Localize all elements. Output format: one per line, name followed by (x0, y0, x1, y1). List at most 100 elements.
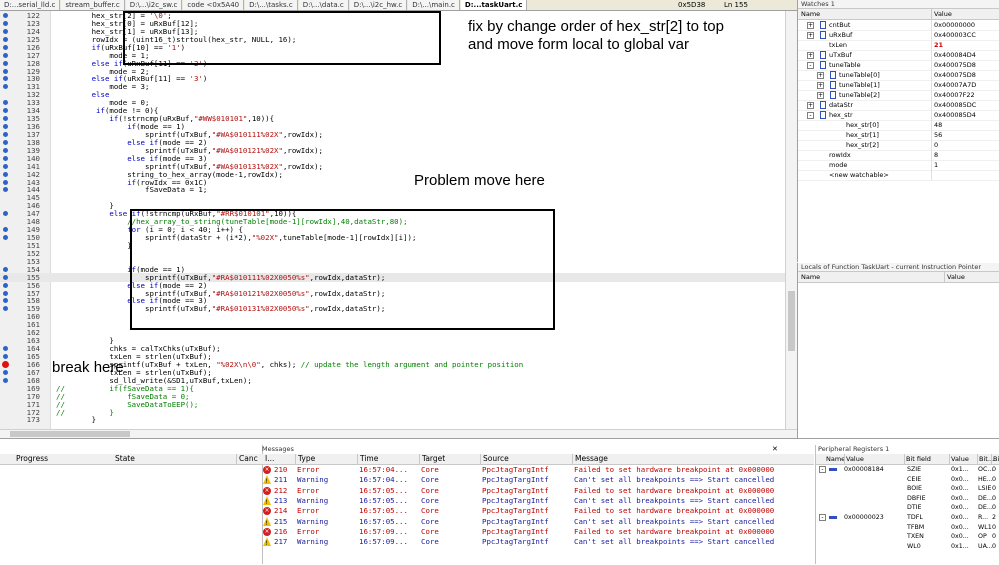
expand-icon[interactable]: + (817, 92, 824, 99)
tab-8[interactable]: D:...taskUart.c (460, 0, 528, 10)
expand-icon[interactable]: + (807, 22, 814, 29)
breakpoint-dot-icon[interactable] (3, 290, 8, 296)
breakpoint-dot-icon[interactable] (3, 282, 8, 288)
watch-row[interactable]: <new watchable> (798, 170, 999, 181)
breakpoint-icon[interactable] (2, 360, 9, 368)
message-row[interactable]: × 216 Error 16:57:09... Core PpcJtagTargIntf F… (262, 527, 814, 537)
expand-icon[interactable]: + (817, 72, 824, 79)
peripheral-col[interactable]: Bit field (904, 454, 931, 464)
expand-icon[interactable]: + (817, 82, 824, 89)
line-number: 173 (26, 415, 40, 425)
message-type: Warning (297, 537, 329, 547)
breakpoint-dot-icon[interactable] (3, 52, 8, 58)
breakpoint-dot-icon[interactable] (3, 13, 8, 18)
peripheral-row[interactable]: -0x00008184 SZIE 0x1... OC... 0 (816, 465, 999, 475)
tab-4[interactable]: D:\...\tasks.c (245, 0, 298, 10)
tab-7[interactable]: D:\...\main.c (408, 0, 460, 10)
breakpoint-dot-icon[interactable] (3, 124, 8, 130)
tab-6[interactable]: D:\...\i2c_hw.c (349, 0, 408, 10)
peripheral-row[interactable]: CEIE 0x0... HE... 0 (816, 475, 999, 485)
breakpoint-dot-icon[interactable] (3, 227, 8, 233)
breakpoint-dot-icon[interactable] (3, 211, 8, 217)
expand-icon[interactable]: + (807, 102, 814, 109)
message-row[interactable]: ! 213 Warning 16:57:05... Core PpcJtagTargInt… (262, 495, 814, 506)
expand-icon[interactable]: + (807, 32, 814, 39)
message-row[interactable]: × 212 Error 16:57:05... Core PpcJtagTargIntf F… (262, 486, 814, 496)
peripheral-row[interactable]: - 0x00000023 TDFL 0x0... R... 2 (816, 513, 999, 523)
messages-col[interactable]: I... (265, 454, 274, 464)
col-value[interactable]: Value (931, 9, 952, 19)
breakpoint-dot-icon[interactable] (3, 266, 8, 272)
expand-icon[interactable]: + (807, 52, 814, 59)
peripheral-row[interactable]: TFBM 0x0... WL1 0 (816, 523, 999, 533)
col-name[interactable]: Name (801, 272, 820, 282)
messages-col[interactable]: Type (295, 454, 315, 464)
breakpoint-dot-icon[interactable] (3, 377, 8, 383)
message-row[interactable]: × 210 Error 16:57:04... Core PpcJtagTargIntf F… (262, 465, 814, 475)
peripheral-col[interactable]: Value (949, 454, 969, 464)
breakpoint-dot-icon[interactable] (3, 179, 8, 185)
close-icon[interactable]: ✕ (772, 445, 778, 454)
breakpoint-dot-icon[interactable] (3, 171, 8, 177)
breakpoint-dot-icon[interactable] (3, 28, 8, 34)
message-row[interactable]: ! 217 Warning 16:57:09... Core PpcJtagTargInt… (262, 537, 814, 547)
breakpoint-dot-icon[interactable] (3, 163, 8, 169)
breakpoint-dot-icon[interactable] (3, 76, 8, 82)
peripheral-val: 0x0... (951, 504, 969, 512)
breakpoint-dot-icon[interactable] (3, 116, 8, 122)
peripheral-row[interactable]: TXEN 0x0... OP 0 (816, 532, 999, 542)
message-row[interactable]: × 214 Error 16:57:05... Core PpcJtagTargIntf F… (262, 506, 814, 516)
breakpoint-dot-icon[interactable] (3, 147, 8, 153)
breakpoint-dot-icon[interactable] (3, 131, 8, 137)
breakpoint-dot-icon[interactable] (3, 60, 8, 66)
breakpoint-dot-icon[interactable] (3, 274, 8, 280)
tab-5[interactable]: D:\...\data.c (298, 0, 349, 10)
messages-col[interactable]: Source (480, 454, 509, 464)
breakpoint-dot-icon[interactable] (3, 108, 8, 114)
tab-2[interactable]: D:\...\i2c_sw.c (125, 0, 183, 10)
col-progress[interactable]: Progress (16, 454, 48, 464)
breakpoint-dot-icon[interactable] (3, 235, 8, 241)
peripheral-row[interactable]: DBFIE 0x0... DE... 0 (816, 494, 999, 504)
tab-1[interactable]: stream_buffer.c (61, 0, 125, 10)
breakpoint-dot-icon[interactable] (3, 84, 8, 90)
message-row[interactable]: ! 211 Warning 16:57:04... Core PpcJtagTargInt… (262, 475, 814, 485)
collapse-icon[interactable]: - (819, 466, 826, 473)
peripheral-col[interactable]: Bit (991, 454, 999, 464)
peripheral-col[interactable]: Name (826, 454, 845, 464)
collapse-icon[interactable]: - (807, 112, 814, 119)
peripheral-row[interactable]: WL0 0x1... UA... 0 (816, 542, 999, 552)
peripheral-col[interactable]: Value (844, 454, 864, 464)
collapse-icon[interactable]: - (819, 514, 826, 521)
breakpoint-dot-icon[interactable] (3, 187, 8, 193)
breakpoint-dot-icon[interactable] (3, 36, 8, 42)
code-editor[interactable]: 122 hex_str[2] = '\0'; 123 hex_str[0] = u… (0, 11, 785, 429)
collapse-icon[interactable]: - (807, 62, 814, 69)
message-row[interactable]: ! 215 Warning 16:57:05... Core PpcJtagTargInt… (262, 516, 814, 527)
breakpoint-dot-icon[interactable] (3, 68, 8, 74)
breakpoint-dot-icon[interactable] (3, 298, 8, 304)
col-cancel[interactable]: Canc (236, 454, 258, 464)
tab-3[interactable]: code <0x5A40 (183, 0, 245, 10)
col-name[interactable]: Name (801, 9, 820, 19)
scroll-thumb[interactable] (10, 431, 130, 437)
col-state[interactable]: State (115, 454, 135, 464)
peripheral-row[interactable]: BOIE 0x0... LSIE 0 (816, 484, 999, 494)
breakpoint-dot-icon[interactable] (3, 346, 8, 352)
breakpoint-dot-icon[interactable] (3, 369, 8, 375)
breakpoint-dot-icon[interactable] (3, 44, 8, 50)
breakpoint-dot-icon[interactable] (3, 139, 8, 145)
breakpoint-dot-icon[interactable] (3, 20, 8, 26)
messages-col[interactable]: Message (572, 454, 608, 464)
messages-col[interactable]: Time (357, 454, 378, 464)
tab-0[interactable]: D:...serial_lld.c (0, 0, 61, 10)
col-value[interactable]: Value (944, 272, 965, 282)
code-line[interactable]: 173 } (0, 415, 785, 424)
messages-col[interactable]: Target (419, 454, 445, 464)
scroll-thumb[interactable] (788, 291, 795, 351)
breakpoint-dot-icon[interactable] (3, 100, 8, 106)
peripheral-row[interactable]: DTIE 0x0... DE... 0 (816, 503, 999, 513)
breakpoint-dot-icon[interactable] (3, 155, 8, 161)
breakpoint-dot-icon[interactable] (3, 353, 8, 359)
breakpoint-dot-icon[interactable] (3, 306, 8, 312)
